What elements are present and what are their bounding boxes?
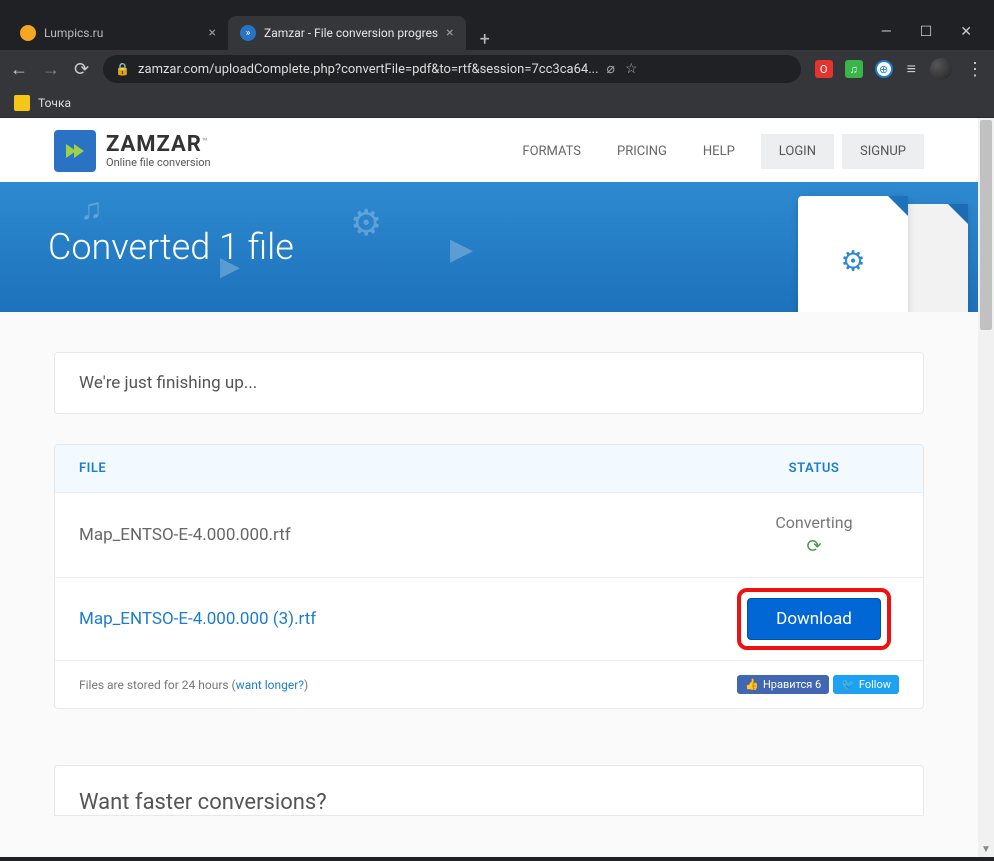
table-footer: Files are stored for 24 hours (want long… — [55, 660, 923, 708]
extension-icon[interactable]: ⊕ — [875, 60, 893, 78]
login-button[interactable]: LOGIN — [761, 134, 834, 169]
promo-title: Want faster conversions? — [79, 790, 899, 815]
minimize-button[interactable]: — — [881, 24, 892, 40]
storage-note: Files are stored for 24 hours ( — [79, 678, 236, 692]
close-icon[interactable]: × — [446, 25, 453, 41]
new-tab-button[interactable]: + — [466, 29, 504, 50]
nav-formats[interactable]: FORMATS — [504, 134, 599, 169]
download-button[interactable]: Download — [747, 598, 881, 640]
page-title: Converted 1 file — [48, 226, 294, 268]
tab-strip: Lumpics.ru × » Zamzar - File conversion … — [0, 14, 994, 50]
status-converting: Converting — [775, 513, 852, 532]
menu-button[interactable]: ⋮ — [966, 59, 984, 80]
logo-name: ZAMZAR — [106, 132, 202, 157]
signup-button[interactable]: SIGNUP — [842, 134, 924, 169]
logo[interactable]: ZAMZAR™ Online file conversion — [54, 130, 211, 172]
translate-icon[interactable]: ⌀ — [607, 61, 615, 77]
browser-toolbar: ← → ⟳ 🔒 zamzar.com/uploadComplete.php?co… — [0, 50, 994, 88]
file-name: Map_ENTSO-E-4.000.000.rtf — [79, 525, 729, 545]
tab-title: Lumpics.ru — [44, 26, 201, 40]
table-row: Map_ENTSO-E-4.000.000.rtf Converting ⟳ — [55, 492, 923, 577]
favicon — [20, 25, 36, 41]
scroll-thumb[interactable] — [980, 120, 992, 330]
bookmark-item[interactable]: Точка — [38, 96, 71, 110]
logo-tagline: Online file conversion — [106, 157, 211, 169]
star-icon[interactable]: ☆ — [625, 61, 638, 77]
extension-icon[interactable]: O — [815, 60, 833, 78]
files-table: FILE STATUS Map_ENTSO-E-4.000.000.rtf Co… — [54, 444, 924, 709]
scrollbar[interactable]: ▲ ▼ — [978, 118, 994, 857]
twitter-follow-button[interactable]: 🐦 Follow — [833, 675, 899, 694]
tab-title: Zamzar - File conversion progres — [264, 26, 438, 40]
gear-icon: ⚙ — [840, 245, 865, 278]
forward-button[interactable]: → — [42, 59, 60, 80]
maximize-button[interactable]: ☐ — [920, 24, 933, 40]
table-row: Map_ENTSO-E-4.000.000 (3).rtf Download — [55, 577, 923, 660]
close-button[interactable]: ✕ — [960, 24, 972, 40]
facebook-like-button[interactable]: 👍 Нравится 6 — [737, 675, 829, 694]
logo-icon — [54, 130, 96, 172]
browser-tab[interactable]: Lumpics.ru × — [8, 16, 228, 50]
close-icon[interactable]: × — [209, 25, 216, 41]
site-header: ZAMZAR™ Online file conversion FORMATS P… — [0, 118, 978, 182]
reload-button[interactable]: ⟳ — [74, 59, 89, 80]
bookmarks-bar: Точка — [0, 88, 994, 118]
browser-tab[interactable]: » Zamzar - File conversion progres × — [228, 16, 466, 50]
nav-help[interactable]: HELP — [685, 134, 753, 169]
lock-icon: 🔒 — [115, 62, 130, 76]
column-header-status: STATUS — [729, 461, 899, 476]
status-text: We're just finishing up... — [79, 373, 899, 393]
nav-pricing[interactable]: PRICING — [599, 134, 685, 169]
url-text: zamzar.com/uploadComplete.php?convertFil… — [138, 62, 598, 77]
scroll-down-icon[interactable]: ▼ — [978, 841, 994, 857]
profile-avatar[interactable] — [930, 58, 952, 80]
favicon: » — [240, 25, 256, 41]
extension-icon[interactable]: ♫ — [845, 60, 863, 78]
promo-card: Want faster conversions? — [54, 765, 924, 816]
refresh-icon: ⟳ — [729, 536, 899, 557]
file-name-link[interactable]: Map_ENTSO-E-4.000.000 (3).rtf — [79, 609, 729, 629]
want-longer-link[interactable]: want longer? — [236, 678, 304, 692]
address-bar[interactable]: 🔒 zamzar.com/uploadComplete.php?convertF… — [103, 55, 801, 83]
reading-list-icon[interactable]: ≡ — [907, 59, 916, 79]
status-card: We're just finishing up... — [54, 352, 924, 414]
hero-banner: ♫ ▶ ⚙ ▶ 📋 ⚙ ⚙ Converted 1 file — [0, 182, 978, 312]
bookmark-folder-icon — [14, 95, 30, 111]
column-header-file: FILE — [79, 461, 729, 476]
back-button[interactable]: ← — [10, 59, 28, 80]
